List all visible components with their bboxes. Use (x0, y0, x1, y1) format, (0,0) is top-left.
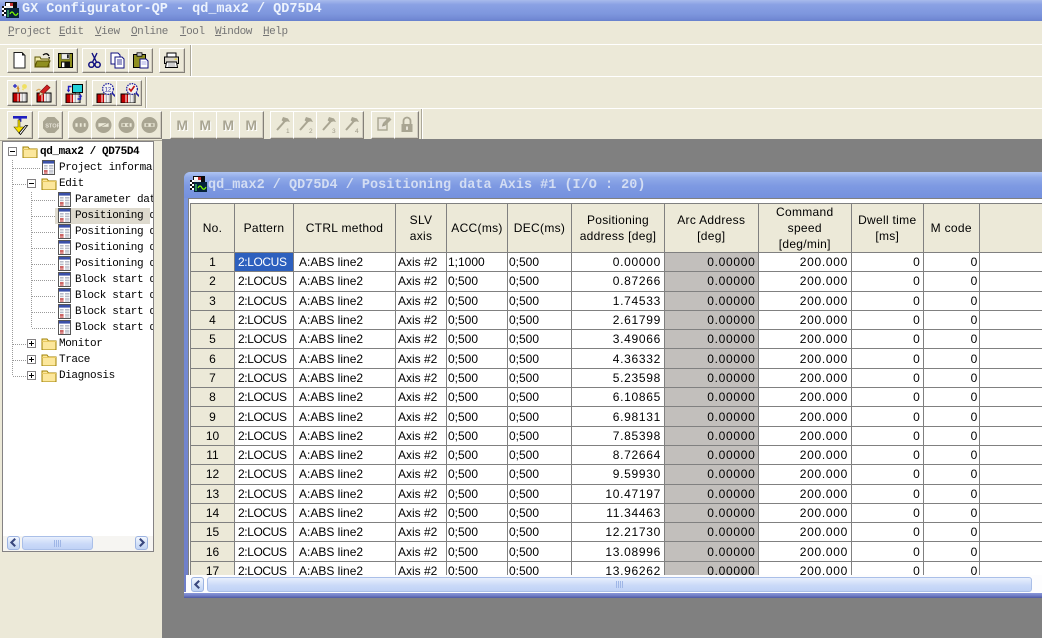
svg-text:1: 1 (286, 128, 290, 135)
svg-text:M: M (199, 117, 211, 133)
svg-text:12: 12 (105, 87, 112, 93)
svg-text:STOP: STOP (45, 123, 60, 129)
svg-text:2: 2 (309, 128, 313, 135)
svg-text:4: 4 (355, 128, 359, 135)
svg-text:M: M (222, 117, 234, 133)
svg-text:3: 3 (332, 128, 336, 135)
svg-text:M: M (245, 117, 257, 133)
svg-text:M: M (176, 117, 188, 133)
